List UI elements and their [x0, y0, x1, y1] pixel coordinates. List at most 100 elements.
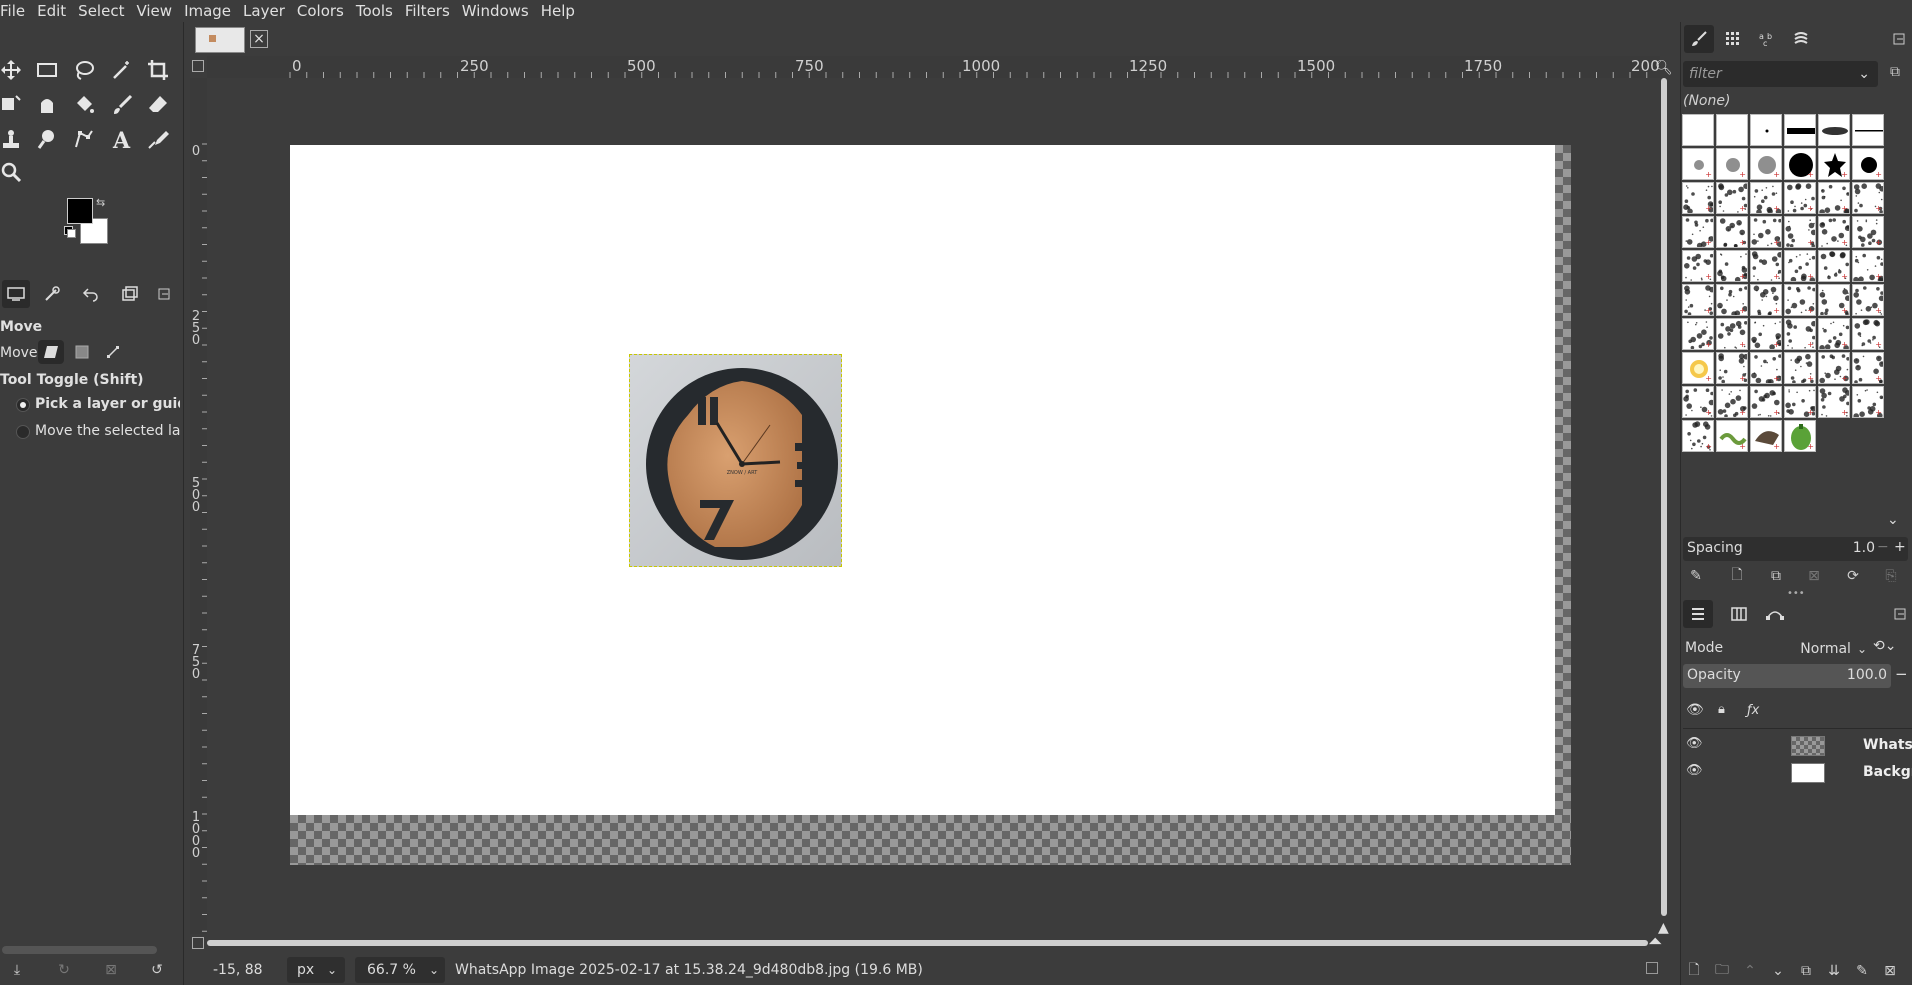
warp-tool-icon[interactable] [32, 90, 62, 120]
new-brush-icon[interactable]: 🗋︎ [1726, 565, 1748, 587]
lower-layer-icon[interactable]: ⌄ [1767, 960, 1789, 982]
brush-thumbnail[interactable]: + [1784, 148, 1816, 180]
unit-select[interactable]: px ⌄ [287, 957, 345, 983]
brush-thumbnail[interactable]: + [1682, 250, 1714, 282]
brush-thumbnail[interactable] [1852, 114, 1884, 146]
brush-thumbnail[interactable]: + [1852, 386, 1884, 418]
brush-thumbnail[interactable]: + [1682, 318, 1714, 350]
patterns-tab-icon[interactable] [1718, 25, 1748, 53]
brush-thumbnail[interactable] [1682, 114, 1714, 146]
save-options-icon[interactable]: ⤓ [6, 959, 28, 981]
delete-layer-icon[interactable]: ⊠ [1879, 960, 1901, 982]
lasso-tool-icon[interactable] [69, 55, 99, 85]
reset-options-icon[interactable]: ↺ [146, 959, 168, 981]
brush-thumbnail[interactable]: + [1716, 182, 1748, 214]
menu-layer[interactable]: Layer [243, 2, 292, 20]
paintbrush-tool-icon[interactable] [107, 90, 137, 120]
brush-thumbnail[interactable]: + [1716, 318, 1748, 350]
brush-thumbnail[interactable] [1750, 114, 1782, 146]
layer-mode-switch-icon[interactable]: ⟲⌄ [1873, 638, 1896, 654]
pick-layer-radio[interactable] [16, 398, 30, 412]
brush-thumbnail[interactable]: + [1852, 148, 1884, 180]
default-colors-icon[interactable] [64, 226, 76, 238]
brush-thumbnail[interactable]: + [1784, 386, 1816, 418]
clone-tool-icon[interactable] [0, 124, 26, 154]
brush-thumbnail[interactable]: + [1750, 148, 1782, 180]
dock-separator-handle[interactable]: ••• [1787, 588, 1805, 599]
navigate-icon[interactable]: ⏶ [1648, 931, 1662, 952]
mode-select[interactable]: Normal ⌄ [1790, 637, 1867, 661]
brush-thumbnail[interactable]: + [1682, 216, 1714, 248]
paths-tool-icon[interactable] [69, 124, 99, 154]
menu-file[interactable]: File [0, 2, 32, 20]
layer-name[interactable]: WhatsApp I [1863, 737, 1912, 753]
duplicate-brush-icon[interactable]: ⧉ [1765, 565, 1787, 587]
brush-thumbnail[interactable]: + [1852, 318, 1884, 350]
eraser-tool-icon[interactable] [143, 90, 173, 120]
image-tab[interactable] [195, 27, 245, 53]
duplicate-layer-icon[interactable]: ⧉ [1795, 960, 1817, 982]
brush-thumbnail[interactable]: + [1750, 284, 1782, 316]
menu-filters[interactable]: Filters [405, 2, 457, 20]
fuzzy-select-tool-icon[interactable] [107, 55, 137, 85]
layer-name[interactable]: Backgrounc [1863, 764, 1912, 780]
new-layer-group-icon[interactable]: 🗋︎ [1683, 960, 1705, 982]
plus-icon[interactable]: + [1894, 539, 1906, 555]
brush-thumbnail[interactable]: + [1682, 182, 1714, 214]
eye-icon[interactable]: 👁︎ [1686, 763, 1703, 778]
images-tab-icon[interactable] [116, 280, 144, 308]
zoom-tool-icon[interactable] [0, 157, 26, 187]
move-selected-radio[interactable] [16, 425, 30, 439]
text-tool-icon[interactable]: A [107, 124, 137, 154]
brush-thumbnail[interactable]: + [1818, 216, 1850, 248]
brushes-tab-icon[interactable] [1684, 25, 1714, 53]
close-image-tab-icon[interactable]: × [250, 30, 268, 48]
fonts-tab-icon[interactable]: abc [1752, 25, 1782, 53]
brush-thumbnail[interactable]: + [1818, 352, 1850, 384]
eye-icon[interactable]: 👁︎ [1686, 736, 1703, 751]
brush-thumbnail[interactable]: + [1750, 216, 1782, 248]
horizontal-scrollbar[interactable] [207, 938, 1660, 948]
brush-thumbnail[interactable]: + [1818, 386, 1850, 418]
brush-thumbnail[interactable]: + [1818, 250, 1850, 282]
move-layer-button[interactable] [38, 340, 64, 364]
brush-thumbnail[interactable]: + [1716, 420, 1748, 452]
zoom-fit-icon[interactable]: 🔍︎ [1655, 60, 1673, 76]
edit-brush-icon[interactable]: ✎ [1685, 565, 1707, 587]
minus-icon[interactable]: − [1895, 665, 1908, 683]
brush-thumbnail[interactable]: + [1682, 284, 1714, 316]
opacity-slider[interactable]: Opacity 100.0 [1683, 664, 1891, 688]
brush-thumbnail[interactable]: + [1682, 386, 1714, 418]
brush-thumbnail[interactable]: + [1682, 420, 1714, 452]
move-tool-icon[interactable] [0, 55, 26, 85]
brush-thumbnail[interactable]: + [1716, 250, 1748, 282]
brush-thumbnail[interactable]: + [1716, 352, 1748, 384]
brush-thumbnail[interactable]: + [1784, 318, 1816, 350]
quick-mask-icon[interactable] [192, 937, 204, 949]
brush-thumbnail[interactable]: + [1682, 352, 1714, 384]
menu-view[interactable]: View [136, 2, 179, 20]
layers-tab-icon[interactable] [1683, 600, 1713, 628]
brush-thumbnail[interactable]: + [1818, 148, 1850, 180]
layer-row[interactable]: 👁︎ Backgrounc [1683, 760, 1912, 786]
brush-thumbnail[interactable]: + [1750, 352, 1782, 384]
tag-filter-icon[interactable]: ⧉ [1890, 64, 1900, 80]
brush-thumbnail[interactable]: + [1784, 420, 1816, 452]
configure-tab-icon[interactable] [1889, 25, 1909, 53]
menu-tools[interactable]: Tools [356, 2, 400, 20]
toolbox-scrollbar[interactable] [2, 946, 157, 954]
channels-tab-icon[interactable] [1724, 600, 1754, 628]
brush-thumbnail[interactable]: + [1852, 182, 1884, 214]
brush-thumbnail[interactable]: + [1750, 250, 1782, 282]
brush-grid[interactable]: + + + + + + + + + + + + + + + + + + + + + + + + + + + + + + + + + + + + + + + +… [1682, 114, 1886, 454]
brush-thumbnail[interactable]: + [1784, 216, 1816, 248]
vertical-scrollbar[interactable]: ▲ [1658, 78, 1670, 936]
configure-tab-icon[interactable] [1890, 600, 1910, 628]
brush-thumbnail[interactable]: + [1784, 182, 1816, 214]
configure-tab-icon[interactable] [155, 280, 173, 308]
brush-thumbnail[interactable]: + [1784, 284, 1816, 316]
rect-select-tool-icon[interactable] [32, 55, 62, 85]
menu-help[interactable]: Help [541, 2, 582, 20]
menu-windows[interactable]: Windows [462, 2, 536, 20]
brush-thumbnail[interactable]: + [1784, 352, 1816, 384]
